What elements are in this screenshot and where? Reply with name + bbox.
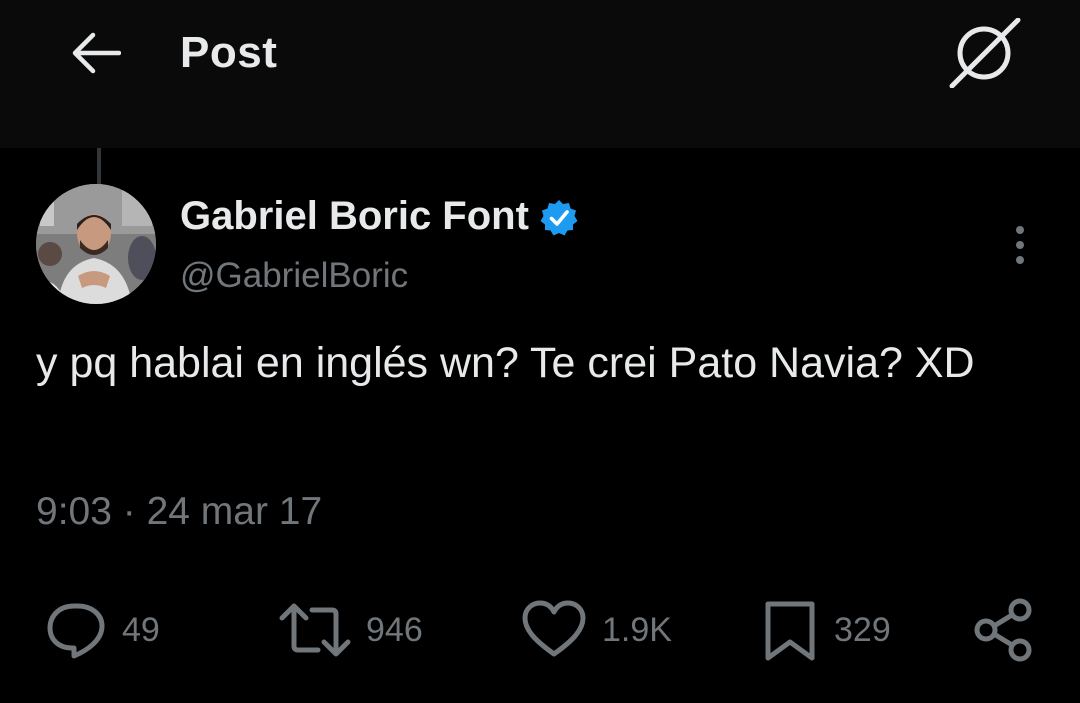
repost-count: 946 (366, 610, 423, 649)
avatar[interactable] (36, 184, 156, 304)
post-time: 9:03 (36, 490, 112, 533)
share-icon (974, 598, 1032, 662)
author-name-text: Gabriel Boric Font (180, 194, 529, 238)
page-title: Post (180, 28, 278, 77)
share-button[interactable] (970, 592, 1038, 668)
top-app-bar: Post (0, 0, 1080, 148)
thread-connector-line (97, 148, 101, 184)
bookmark-button[interactable]: 329 (760, 592, 891, 668)
like-count: 1.9K (602, 610, 672, 649)
author-handle[interactable]: @GabrielBoric (180, 256, 408, 296)
post-detail-screen: Post Gabriel Boric Font @GabrielBoric y … (0, 0, 1080, 703)
reply-icon (47, 603, 105, 659)
like-button[interactable]: 1.9K (520, 592, 672, 668)
meta-separator: · (122, 490, 136, 533)
grok-button[interactable] (944, 18, 1024, 88)
author-name[interactable]: Gabriel Boric Font (180, 194, 579, 239)
back-button[interactable] (62, 25, 128, 81)
profile-photo (36, 184, 156, 304)
reply-count: 49 (122, 610, 160, 649)
action-bar: 49 946 1.9K 329 (0, 592, 1080, 668)
more-vertical-icon (1016, 226, 1024, 264)
bookmark-icon (765, 601, 815, 661)
verified-badge-icon (540, 199, 578, 235)
more-options-button[interactable] (1002, 222, 1038, 268)
post-timestamp[interactable]: 9:03 · 24 mar 17 (36, 490, 322, 534)
repost-button[interactable]: 946 (278, 592, 423, 668)
reply-button[interactable]: 49 (44, 592, 160, 668)
post-date: 24 mar 17 (146, 490, 323, 533)
repost-icon (279, 603, 351, 657)
arrow-left-icon (72, 32, 121, 74)
heart-icon (522, 600, 586, 657)
bookmark-count: 329 (834, 610, 891, 649)
post-text: y pq hablai en inglés wn? Te crei Pato N… (36, 339, 975, 387)
grok-icon (949, 18, 1021, 88)
